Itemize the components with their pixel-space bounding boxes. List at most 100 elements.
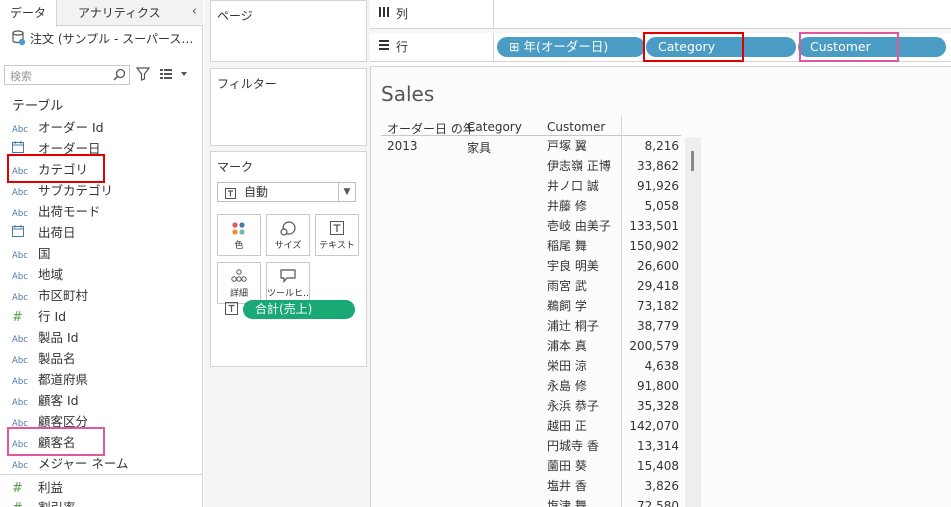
sales-value-cell[interactable]: 5,058 (623, 196, 679, 216)
string-type-icon: Abc (12, 398, 28, 408)
sales-value-cell[interactable]: 35,328 (623, 396, 679, 416)
field-item[interactable]: Abc メジャー ネーム (12, 453, 128, 473)
customer-cell[interactable]: 塩津 舞 (547, 496, 587, 507)
size-button[interactable]: サイズ (266, 214, 310, 256)
detail-button[interactable]: 詳細 (217, 262, 261, 304)
customer-cell[interactable]: 浦辻 桐子 (547, 316, 599, 336)
customer-cell[interactable]: 永浜 恭子 (547, 396, 599, 416)
field-item[interactable]: Abc 製品 Id (12, 327, 79, 347)
sales-value-cell[interactable]: 26,600 (623, 256, 679, 276)
datasource-item[interactable]: 注文 (サンプル - スーパース… (12, 30, 198, 50)
data-pane: データ アナリティクス ‹ 注文 (サンプル - スーパース… 検索 テーブル … (0, 0, 203, 507)
field-item[interactable]: Abc オーダー Id (12, 117, 104, 137)
header-customer: Customer (547, 120, 606, 134)
view-options-icon[interactable] (160, 68, 190, 83)
filters-card[interactable]: フィルター (210, 68, 367, 146)
columns-shelf[interactable]: 列 (370, 0, 951, 29)
field-item[interactable]: Abc 顧客 Id (12, 390, 79, 410)
sales-value-cell[interactable]: 29,418 (623, 276, 679, 296)
customer-cell[interactable]: 栄田 涼 (547, 356, 587, 376)
columns-label-text: 列 (396, 7, 409, 21)
scrollbar-thumb[interactable] (691, 151, 694, 171)
category-cell[interactable]: 家具 (467, 139, 491, 156)
tab-analytics[interactable]: アナリティクス (68, 0, 171, 26)
rows-shelf-label: 行 (370, 33, 494, 62)
field-item[interactable]: Abc サブカテゴリ (12, 180, 113, 200)
field-name: 市区町村 (38, 288, 89, 303)
scrollbar[interactable] (685, 137, 701, 507)
collapse-pane-icon[interactable]: ‹ (192, 4, 197, 19)
field-item[interactable]: # 行 Id (12, 306, 66, 326)
sales-value-cell[interactable]: 4,638 (623, 356, 679, 376)
filter-icon[interactable] (135, 67, 151, 84)
text-label: テキスト (319, 241, 355, 251)
tooltip-button[interactable]: ツールヒ… (266, 262, 310, 304)
field-item[interactable]: Abc 出荷モード (12, 201, 101, 221)
sales-value-cell[interactable]: 3,826 (623, 476, 679, 496)
search-placeholder: 検索 (10, 70, 32, 83)
measure-item[interactable]: #割引率 (12, 497, 76, 507)
sales-value-cell[interactable]: 200,579 (623, 336, 679, 356)
sales-value-cell[interactable]: 72,580 (623, 496, 679, 507)
sales-value-cell[interactable]: 38,779 (623, 316, 679, 336)
mark-type-dropdown[interactable]: 自動 ▼ (217, 182, 356, 202)
string-type-icon: Abc (12, 461, 28, 471)
measure-item[interactable]: # 利益 (12, 477, 63, 497)
customer-cell[interactable]: 稲尾 舞 (547, 236, 587, 256)
customer-cell[interactable]: 戸塚 翼 (547, 136, 587, 156)
number-type-icon: # (12, 501, 38, 507)
customer-cell[interactable]: 井ノ口 誠 (547, 176, 599, 196)
year-cell[interactable]: 2013 (387, 139, 418, 153)
customer-cell[interactable]: 鵜飼 学 (547, 296, 587, 316)
header-category: Category (467, 120, 522, 134)
text-button[interactable]: テキスト (315, 214, 359, 256)
field-name: 製品名 (38, 351, 76, 366)
sum-sales-pill[interactable]: 合計(売上) (243, 300, 355, 319)
field-item[interactable]: Abc 製品名 (12, 348, 76, 368)
year-order-date-pill[interactable]: ⊞ 年(オーダー日) (497, 37, 645, 57)
customer-cell[interactable]: 浦本 真 (547, 336, 587, 356)
chevron-down-icon[interactable]: ▼ (338, 183, 355, 201)
sales-value-cell[interactable]: 15,408 (623, 456, 679, 476)
customer-cell[interactable]: 薗田 葵 (547, 456, 587, 476)
customer-cell[interactable]: 永島 修 (547, 376, 587, 396)
field-item[interactable]: Abc 市区町村 (12, 285, 88, 305)
field-item[interactable]: 出荷日 (12, 222, 76, 242)
tables-heading: テーブル (12, 99, 64, 114)
customer-cell[interactable]: 宇良 明美 (547, 256, 599, 276)
size-icon (280, 221, 296, 236)
rows-label-text: 行 (396, 40, 409, 54)
customer-cell[interactable]: 伊志嶺 正博 (547, 156, 611, 176)
tab-data[interactable]: データ (0, 0, 58, 27)
field-item[interactable]: Abc 都道府県 (12, 369, 88, 389)
sales-value-cell[interactable]: 91,926 (623, 176, 679, 196)
sales-value-cell[interactable]: 91,800 (623, 376, 679, 396)
color-label: 色 (234, 241, 244, 251)
customer-cell[interactable]: 塩井 香 (547, 476, 587, 496)
field-item[interactable]: Abc 国 (12, 243, 51, 263)
sales-value-cell[interactable]: 150,902 (623, 236, 679, 256)
customer-cell[interactable]: 円城寺 香 (547, 436, 599, 456)
field-item[interactable]: Abc 地域 (12, 264, 63, 284)
string-type-icon: Abc (12, 125, 28, 135)
pages-card[interactable]: ページ (210, 0, 367, 62)
customer-cell[interactable]: 雨宮 武 (547, 276, 587, 296)
sales-value-cell[interactable]: 13,314 (623, 436, 679, 456)
sales-value-cell[interactable]: 8,216 (623, 136, 679, 156)
sales-value-cell[interactable]: 33,862 (623, 156, 679, 176)
search-icon[interactable] (113, 68, 126, 84)
color-button[interactable]: 色 (217, 214, 261, 256)
sales-value-cell[interactable]: 73,182 (623, 296, 679, 316)
date-type-icon (12, 225, 38, 240)
sales-value-cell[interactable]: 142,070 (623, 416, 679, 436)
search-input[interactable]: 検索 (4, 65, 130, 85)
sales-value-cell[interactable]: 133,501 (623, 216, 679, 236)
customer-cell[interactable]: 井藤 修 (547, 196, 587, 216)
mark-type-value: 自動 (244, 185, 269, 199)
customer-cell[interactable]: 越田 正 (547, 416, 587, 436)
sheet-title: Sales (381, 82, 435, 106)
highlight-category-field (7, 154, 105, 183)
field-name: サブカテゴリ (38, 183, 114, 198)
string-type-icon: Abc (12, 293, 28, 303)
customer-cell[interactable]: 壱岐 由美子 (547, 216, 611, 236)
